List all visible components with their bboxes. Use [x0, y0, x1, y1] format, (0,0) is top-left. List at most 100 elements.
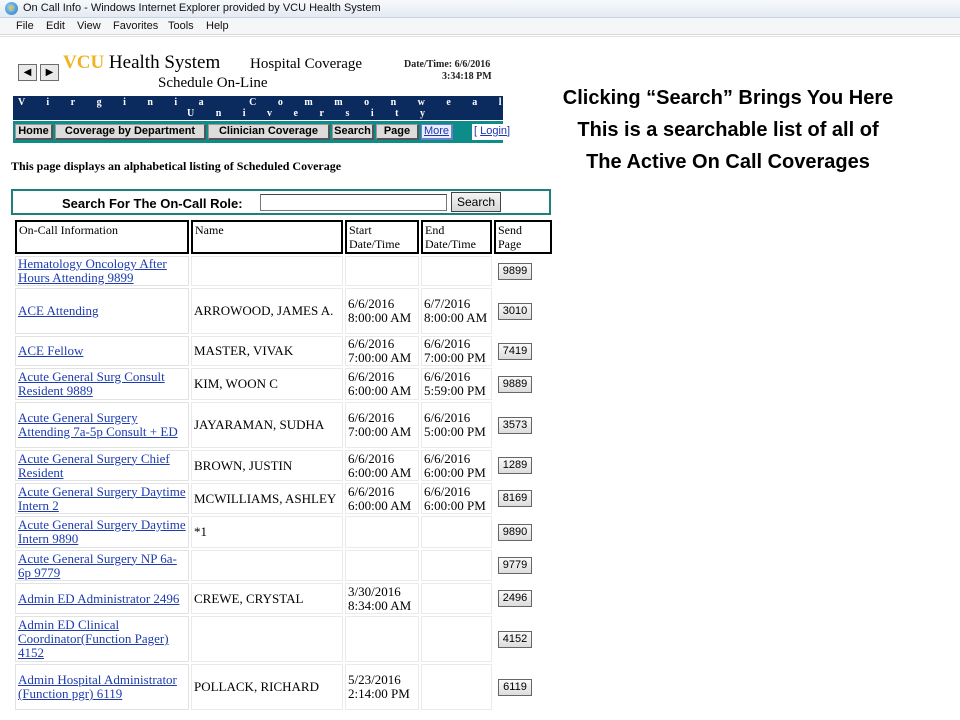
send-page-button[interactable]: 9889	[498, 375, 532, 393]
oncall-role-link[interactable]: Acute General Surgery Daytime Intern 2	[18, 484, 186, 513]
end-cell	[421, 256, 492, 286]
search-label: Search For The On-Call Role:	[62, 196, 243, 211]
name-cell: MCWILLIAMS, ASHLEY	[191, 483, 343, 514]
oncall-role-link[interactable]: Hematology Oncology After Hours Attendin…	[18, 256, 167, 285]
send-page-button[interactable]: 4152	[498, 630, 532, 648]
name-cell	[191, 550, 343, 581]
end-cell	[421, 616, 492, 662]
annotation-line-2: This is a searchable list of all of	[577, 119, 879, 141]
name-cell	[191, 256, 343, 286]
oncall-info-cell: Admin ED Clinical Coordinator(Function P…	[15, 616, 189, 662]
menu-edit[interactable]: Edit	[46, 20, 65, 32]
oncall-info-cell: ACE Attending	[15, 288, 189, 334]
column-header-send-page: Send Page	[494, 220, 552, 254]
send-page-button[interactable]: 2496	[498, 590, 532, 607]
end-cell	[421, 583, 492, 614]
table-row: Acute General Surg Consult Resident 9889…	[15, 368, 552, 400]
menu-view[interactable]: View	[77, 20, 101, 32]
oncall-info-cell: Admin ED Administrator 2496	[15, 583, 189, 614]
login-link[interactable]: [ Login]	[472, 124, 515, 140]
send-page-button[interactable]: 9890	[498, 523, 532, 541]
table-header-row: On-Call Information Name Start Date/Time…	[15, 220, 552, 254]
end-cell	[421, 664, 492, 710]
send-page-button[interactable]: 1289	[498, 457, 532, 474]
oncall-info-cell: Acute General Surg Consult Resident 9889	[15, 368, 189, 400]
send-page-button[interactable]: 9899	[498, 262, 532, 280]
login-link-text[interactable]: Login	[480, 125, 507, 137]
end-cell	[421, 550, 492, 581]
oncall-role-link[interactable]: Admin Hospital Administrator (Function p…	[18, 672, 177, 701]
start-cell	[345, 616, 419, 662]
start-cell: 6/6/2016 6:00:00 AM	[345, 483, 419, 514]
oncall-role-link[interactable]: ACE Attending	[18, 303, 99, 318]
page-description: This page displays an alphabetical listi…	[11, 159, 342, 173]
vcu-logo-text: VCU	[63, 52, 105, 73]
column-header-name: Name	[191, 220, 343, 254]
internet-explorer-icon: e	[5, 2, 18, 15]
coverage-table: On-Call Information Name Start Date/Time…	[13, 218, 554, 712]
nav-page-button[interactable]: Page	[376, 124, 419, 140]
table-row: Admin ED Clinical Coordinator(Function P…	[15, 616, 552, 662]
schedule-online-title: Schedule On-Line	[158, 75, 268, 91]
datetime-date: Date/Time: 6/6/2016	[404, 59, 491, 70]
oncall-role-link[interactable]: Acute General Surgery Attending 7a-5p Co…	[18, 410, 178, 439]
oncall-info-cell: Acute General Surgery Daytime Intern 989…	[15, 516, 189, 548]
table-row: ACE Fellow MASTER, VIVAK 6/6/2016 7:00:0…	[15, 336, 552, 366]
send-page-cell: 2496	[494, 583, 552, 614]
search-box: Search For The On-Call Role: Search	[11, 189, 551, 215]
menu-favorites[interactable]: Favorites	[113, 20, 158, 32]
nav-search-button[interactable]: Search	[332, 124, 374, 140]
send-page-cell: 9889	[494, 368, 552, 400]
name-cell: POLLACK, RICHARD	[191, 664, 343, 710]
send-page-button[interactable]: 8169	[498, 490, 532, 507]
nav-clinician-coverage-button[interactable]: Clinician Coverage	[208, 124, 330, 140]
end-cell: 6/6/2016 5:00:00 PM	[421, 402, 492, 448]
menu-file[interactable]: File	[16, 20, 34, 32]
table-row: Acute General Surgery NP 6a-6p 9779 9779	[15, 550, 552, 581]
send-page-button[interactable]: 3010	[498, 302, 532, 320]
oncall-role-link[interactable]: Admin ED Administrator 2496	[18, 591, 179, 606]
end-cell: 6/7/2016 8:00:00 AM	[421, 288, 492, 334]
table-row: Acute General Surgery Chief Resident BRO…	[15, 450, 552, 481]
oncall-role-link[interactable]: ACE Fellow	[18, 343, 83, 358]
end-cell: 6/6/2016 5:59:00 PM	[421, 368, 492, 400]
end-cell: 6/6/2016 7:00:00 PM	[421, 336, 492, 366]
menu-bar: File Edit View Favorites Tools Help	[0, 18, 960, 35]
oncall-role-link[interactable]: Acute General Surgery Daytime Intern 989…	[18, 517, 186, 546]
search-button[interactable]: Search	[451, 192, 501, 212]
table-row: Admin ED Administrator 2496 CREWE, CRYST…	[15, 583, 552, 614]
start-cell	[345, 550, 419, 581]
menu-tools[interactable]: Tools	[168, 20, 194, 32]
oncall-role-link[interactable]: Acute General Surg Consult Resident 9889	[18, 369, 165, 398]
oncall-info-cell: Admin Hospital Administrator (Function p…	[15, 664, 189, 710]
oncall-role-link[interactable]: Acute General Surgery NP 6a-6p 9779	[18, 551, 177, 580]
table-row: Acute General Surgery Attending 7a-5p Co…	[15, 402, 552, 448]
vcu-logo: VCU Health System	[63, 52, 220, 74]
start-cell	[345, 256, 419, 286]
menu-help[interactable]: Help	[206, 20, 229, 32]
column-header-info: On-Call Information	[15, 220, 189, 254]
banner-line-1: Virginia Commonwealth	[18, 97, 575, 108]
send-page-button[interactable]: 6119	[498, 678, 532, 696]
send-page-cell: 3010	[494, 288, 552, 334]
name-cell: KIM, WOON C	[191, 368, 343, 400]
oncall-role-link[interactable]: Admin ED Clinical Coordinator(Function P…	[18, 617, 169, 660]
end-cell	[421, 516, 492, 548]
forward-arrow-icon[interactable]: ▶	[40, 64, 59, 81]
annotation-line-3: The Active On Call Coverages	[586, 151, 870, 173]
back-arrow-icon[interactable]: ◀	[18, 64, 37, 81]
name-cell: JAYARAMAN, SUDHA	[191, 402, 343, 448]
start-cell: 6/6/2016 6:00:00 AM	[345, 450, 419, 481]
send-page-cell: 7419	[494, 336, 552, 366]
oncall-info-cell: Hematology Oncology After Hours Attendin…	[15, 256, 189, 286]
send-page-cell: 9899	[494, 256, 552, 286]
nav-coverage-by-department-button[interactable]: Coverage by Department	[55, 124, 206, 140]
oncall-role-link[interactable]: Acute General Surgery Chief Resident	[18, 451, 170, 480]
send-page-button[interactable]: 9779	[498, 557, 532, 574]
nav-home-button[interactable]: Home	[15, 124, 53, 140]
search-input[interactable]	[260, 194, 447, 211]
end-cell: 6/6/2016 6:00:00 PM	[421, 483, 492, 514]
send-page-button[interactable]: 7419	[498, 342, 532, 360]
nav-more-button[interactable]: More	[421, 124, 453, 140]
send-page-button[interactable]: 3573	[498, 416, 532, 434]
